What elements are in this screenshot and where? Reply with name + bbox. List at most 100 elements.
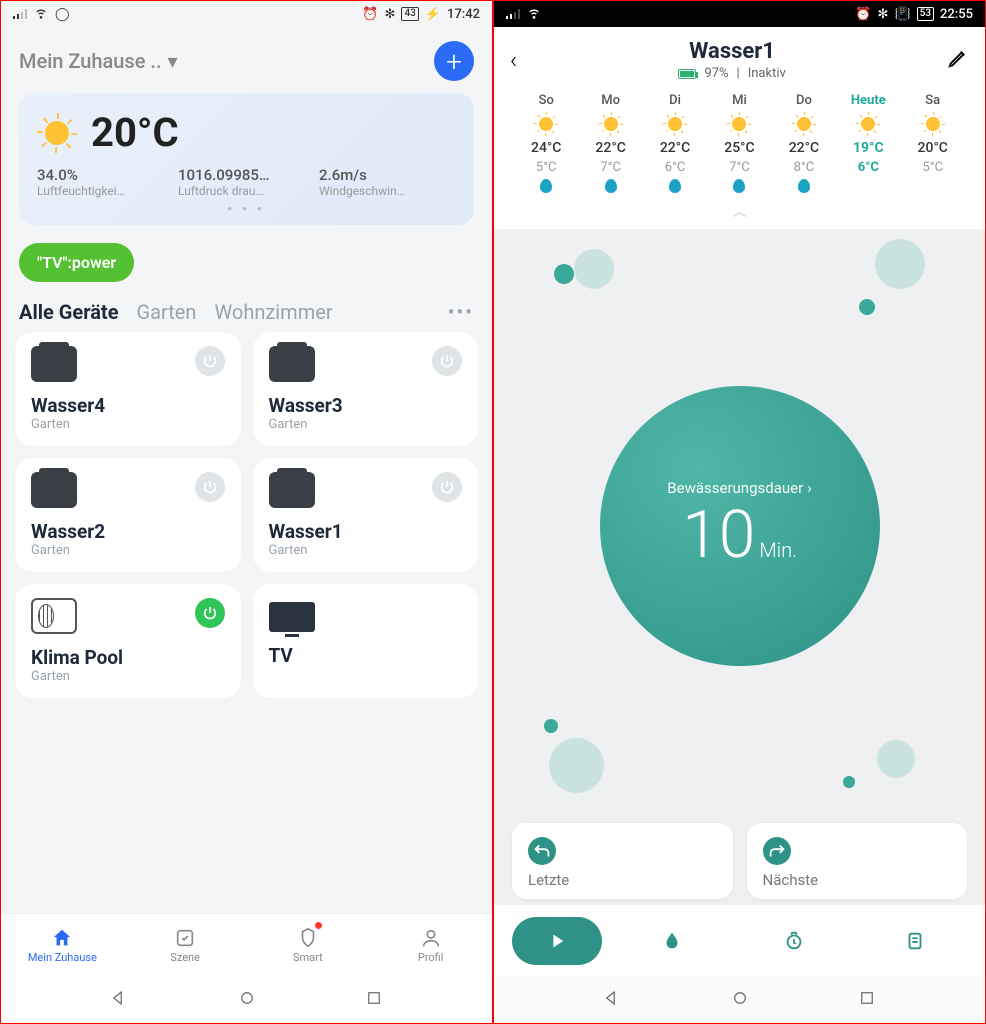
left-phone: ◯ ⏰ ✻ 43 ⚡ 17:42 Mein Zuhause .. ▾ + 20°… <box>0 0 493 1024</box>
device-card[interactable]: TV <box>253 584 479 698</box>
device-name: Wasser2 <box>31 520 225 543</box>
device-card[interactable]: Wasser4 Garten <box>15 332 241 446</box>
forecast-day[interactable]: So 24°C 5°C <box>514 93 578 193</box>
play-button[interactable] <box>512 917 602 965</box>
forecast-day[interactable]: Di 22°C 6°C <box>643 93 707 193</box>
tabs-more-button[interactable]: ••• <box>448 300 474 324</box>
rain-drop-icon <box>540 179 552 193</box>
device-card[interactable]: Wasser3 Garten <box>253 332 479 446</box>
home-button[interactable] <box>238 989 256 1011</box>
device-grid: Wasser4 Garten Wasser3 Garten Wasser2 Ga… <box>1 332 492 698</box>
power-button[interactable] <box>195 346 225 376</box>
humidity-stat: 34.0% Luftfeuchtigkei… <box>37 166 174 198</box>
watering-dial[interactable]: Bewässerungsdauer› 10Min. <box>494 229 985 823</box>
recent-button[interactable] <box>858 989 876 1011</box>
rain-drop-icon <box>798 179 810 193</box>
scene-pill[interactable]: "TV":power <box>19 243 134 282</box>
next-watering-card[interactable]: Nächste <box>747 823 968 899</box>
pressure-stat: 1016.09985… Luftdruck drau… <box>178 166 315 198</box>
recent-button[interactable] <box>365 989 383 1011</box>
vibrate-icon: 📳 <box>894 7 910 22</box>
battery-indicator: 43 <box>401 7 418 21</box>
wifi-icon <box>33 4 49 24</box>
rain-drop-icon <box>862 179 874 193</box>
back-button[interactable]: ‹ <box>510 46 517 74</box>
forecast-row[interactable]: So 24°C 5°C Mo 22°C 7°C Di 22°C 6°C Mi 2… <box>510 81 969 201</box>
sun-icon <box>792 112 816 136</box>
nav-profile[interactable]: Profil <box>369 914 492 977</box>
nav-scene[interactable]: Szene <box>124 914 247 977</box>
sun-icon <box>663 112 687 136</box>
detail-header: ‹ Wasser1 97% | Inaktiv So 24°C 5°C <box>494 27 985 229</box>
valve-icon <box>31 472 77 508</box>
nav-home[interactable]: Mein Zuhause <box>1 914 124 977</box>
device-name: TV <box>269 644 463 667</box>
device-card[interactable]: Klima Pool Garten <box>15 584 241 698</box>
device-room: Garten <box>31 669 225 684</box>
device-card[interactable]: Wasser1 Garten <box>253 458 479 572</box>
bluetooth-icon: ✻ <box>385 7 396 22</box>
schedule-button[interactable] <box>742 930 846 952</box>
last-watering-card[interactable]: Letzte <box>512 823 733 899</box>
alarm-icon: ⏰ <box>855 7 871 22</box>
assistant-icon: ◯ <box>55 7 70 22</box>
status-bar: ◯ ⏰ ✻ 43 ⚡ 17:42 <box>1 1 492 27</box>
forecast-day[interactable]: Mo 22°C 7°C <box>578 93 642 193</box>
wind-stat: 2.6m/s Windgeschwin… <box>319 166 456 198</box>
collapse-icon[interactable]: ︿ <box>510 201 969 229</box>
tab-garten[interactable]: Garten <box>137 300 197 324</box>
sun-icon <box>921 112 945 136</box>
device-room: Garten <box>31 417 225 432</box>
device-state: Inaktiv <box>748 66 786 81</box>
notification-dot <box>315 922 322 929</box>
back-button[interactable] <box>110 989 128 1011</box>
nav-smart[interactable]: Smart <box>247 914 370 977</box>
sun-icon <box>599 112 623 136</box>
sun-icon <box>37 113 77 153</box>
home-button[interactable] <box>731 989 749 1011</box>
tab-wohnzimmer[interactable]: Wohnzimmer <box>214 300 332 324</box>
device-title: Wasser1 <box>517 39 947 64</box>
forecast-day[interactable]: Sa 20°C 5°C <box>901 93 965 193</box>
power-button[interactable] <box>432 472 462 502</box>
add-device-button[interactable]: + <box>434 41 474 81</box>
device-room: Garten <box>269 417 463 432</box>
next-icon <box>763 837 791 865</box>
duration-circle[interactable]: Bewässerungsdauer› 10Min. <box>600 386 880 666</box>
alarm-icon: ⏰ <box>362 7 378 22</box>
battery-indicator: 53 <box>917 7 934 21</box>
action-bar <box>494 905 985 977</box>
last-icon <box>528 837 556 865</box>
room-tabs: Alle Geräte Garten Wohnzimmer ••• <box>1 286 492 332</box>
forecast-day[interactable]: Do 22°C 8°C <box>772 93 836 193</box>
status-time: 17:42 <box>447 7 480 22</box>
power-button[interactable] <box>432 346 462 376</box>
weather-card[interactable]: 20°C 34.0% Luftfeuchtigkei… 1016.09985… … <box>19 93 474 225</box>
valve-icon <box>269 472 315 508</box>
signal-icon <box>13 9 27 19</box>
device-detail-screen: ‹ Wasser1 97% | Inaktiv So 24°C 5°C <box>494 27 985 977</box>
back-button[interactable] <box>603 989 621 1011</box>
home-screen: Mein Zuhause .. ▾ + 20°C 34.0% Luftfeuch… <box>1 27 492 913</box>
device-name: Wasser4 <box>31 394 225 417</box>
battery-icon <box>678 69 696 79</box>
edit-button[interactable] <box>947 47 969 73</box>
sun-icon <box>856 112 880 136</box>
water-drop-button[interactable] <box>620 930 724 952</box>
device-name: Wasser3 <box>269 394 463 417</box>
duration-value: 10Min. <box>682 497 797 574</box>
device-card[interactable]: Wasser2 Garten <box>15 458 241 572</box>
tab-all-devices[interactable]: Alle Geräte <box>19 300 119 324</box>
valve-icon <box>31 346 77 382</box>
tv-icon <box>269 602 315 632</box>
device-name: Wasser1 <box>269 520 463 543</box>
power-button[interactable] <box>195 598 225 628</box>
bluetooth-icon: ✻ <box>878 7 889 22</box>
forecast-day[interactable]: Heute 19°C 6°C <box>836 93 900 193</box>
log-button[interactable] <box>863 930 967 952</box>
forecast-day[interactable]: Mi 25°C 7°C <box>707 93 771 193</box>
home-selector[interactable]: Mein Zuhause .. ▾ <box>19 49 178 73</box>
power-button[interactable] <box>195 472 225 502</box>
rain-drop-icon <box>605 179 617 193</box>
chevron-down-icon: ▾ <box>168 49 178 73</box>
